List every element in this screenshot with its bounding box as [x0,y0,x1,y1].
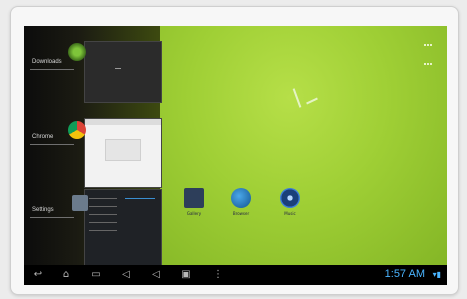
shortcut-label: Gallery [186,211,202,216]
divider [30,217,74,218]
divider [30,144,74,145]
recent-item-chrome[interactable]: Chrome [24,116,162,188]
shortcut-browser[interactable]: Browser [221,188,261,228]
music-icon [280,188,300,208]
recents-icon[interactable]: ▭ [90,269,102,281]
wallpaper [160,26,447,265]
navigation-bar: ↩ ⌂ ▭ ◁ ◁ ▣ ⋮ 1:57 AM ▾▮ [24,265,447,285]
recent-thumbnail [84,41,162,103]
recent-item-label: Chrome [32,134,54,140]
shortcut-gallery[interactable]: Gallery [174,188,214,228]
back-icon[interactable]: ↩ [32,269,44,281]
screenshot-icon[interactable]: ▣ [180,269,192,281]
recent-item-label: Downloads [32,59,62,65]
shortcut-music[interactable]: Music [270,188,310,228]
shortcut-label: Music [284,211,296,216]
volume-up-icon[interactable]: ◁ [150,269,162,281]
home-icon[interactable]: ⌂ [60,269,72,281]
recent-thumbnail [84,189,162,267]
chrome-icon [68,121,86,139]
globe-icon [231,188,251,208]
volume-down-icon[interactable]: ◁ [120,269,132,281]
recent-item-downloads[interactable]: Downloads [24,31,162,103]
settings-icon [72,195,88,211]
recent-item-settings[interactable]: Settings [24,189,162,267]
menu-icon[interactable]: ⋮ [212,269,224,281]
gallery-icon [184,188,204,208]
download-icon [68,43,86,61]
recent-item-label: Settings [32,207,54,213]
recent-thumbnail [84,118,162,188]
shortcut-label: Browser [232,211,250,216]
tablet-screen: Downloads Chrome Settings Gallery Browse… [24,26,447,285]
divider [30,69,74,70]
apps-grid-icon[interactable] [424,32,434,65]
status-icons: ▾▮ [433,270,441,279]
battery-icon: ▮ [436,270,441,279]
clock: 1:57 AM [384,268,425,280]
